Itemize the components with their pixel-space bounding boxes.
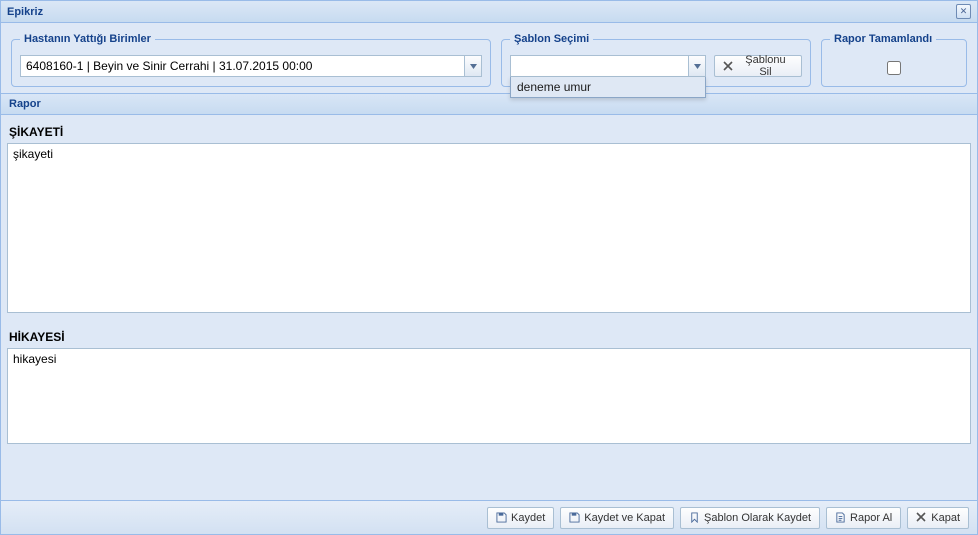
template-combo[interactable]: [510, 55, 706, 77]
units-combo[interactable]: [20, 55, 482, 77]
units-fieldset: Hastanın Yattığı Birimler: [11, 33, 491, 87]
rapor-header: Rapor: [1, 93, 977, 115]
template-dropdown[interactable]: deneme umur: [510, 77, 706, 98]
sikayeti-textarea[interactable]: [7, 143, 971, 313]
delete-template-label: Şablonu Sil: [738, 54, 793, 78]
top-fieldsets: Hastanın Yattığı Birimler Şablon Seçimi: [1, 23, 977, 93]
save-icon: [496, 512, 507, 523]
done-legend: Rapor Tamamlandı: [830, 33, 936, 45]
report-button[interactable]: Rapor Al: [826, 507, 901, 529]
document-icon: [835, 512, 846, 523]
section-label: ŞİKAYETİ: [9, 125, 971, 139]
template-legend: Şablon Seçimi: [510, 33, 593, 45]
close-button[interactable]: Kapat: [907, 507, 969, 529]
units-legend: Hastanın Yattığı Birimler: [20, 33, 155, 45]
rapor-body[interactable]: ŞİKAYETİ HİKAYESİ: [1, 115, 977, 500]
template-option[interactable]: deneme umur: [511, 77, 705, 97]
template-combo-trigger[interactable]: [688, 55, 706, 77]
section-sikayeti: ŞİKAYETİ: [7, 125, 971, 316]
titlebar: Epikriz ✕: [1, 1, 977, 23]
window-close-button[interactable]: ✕: [956, 4, 971, 19]
rapor-header-label: Rapor: [9, 98, 41, 110]
template-fieldset: Şablon Seçimi deneme umur: [501, 33, 811, 87]
save-label: Kaydet: [511, 512, 545, 524]
close-icon: ✕: [960, 6, 968, 17]
template-combo-input[interactable]: [510, 55, 688, 77]
bookmark-icon: [689, 512, 700, 523]
save-close-button[interactable]: Kaydet ve Kapat: [560, 507, 674, 529]
section-label: HİKAYESİ: [9, 330, 971, 344]
save-icon: [569, 512, 580, 523]
done-fieldset: Rapor Tamamlandı: [821, 33, 967, 87]
close-label: Kapat: [931, 512, 960, 524]
x-icon: [723, 61, 734, 72]
template-combo-wrap: deneme umur: [510, 55, 706, 77]
hikayesi-textarea[interactable]: [7, 348, 971, 444]
window-title: Epikriz: [7, 6, 43, 18]
delete-template-button[interactable]: Şablonu Sil: [714, 55, 802, 77]
units-combo-input[interactable]: [20, 55, 464, 77]
done-checkbox[interactable]: [887, 61, 901, 75]
chevron-down-icon: [470, 64, 477, 69]
save-button[interactable]: Kaydet: [487, 507, 554, 529]
save-template-label: Şablon Olarak Kaydet: [704, 512, 811, 524]
units-combo-trigger[interactable]: [464, 55, 482, 77]
report-label: Rapor Al: [850, 512, 892, 524]
save-template-button[interactable]: Şablon Olarak Kaydet: [680, 507, 820, 529]
save-close-label: Kaydet ve Kapat: [584, 512, 665, 524]
x-icon: [916, 512, 927, 523]
section-hikayesi: HİKAYESİ: [7, 330, 971, 447]
footer-toolbar: Kaydet Kaydet ve Kapat Şablon Olarak Kay…: [1, 500, 977, 534]
chevron-down-icon: [694, 64, 701, 69]
epikriz-window: Epikriz ✕ Hastanın Yattığı Birimler Şabl…: [0, 0, 978, 535]
